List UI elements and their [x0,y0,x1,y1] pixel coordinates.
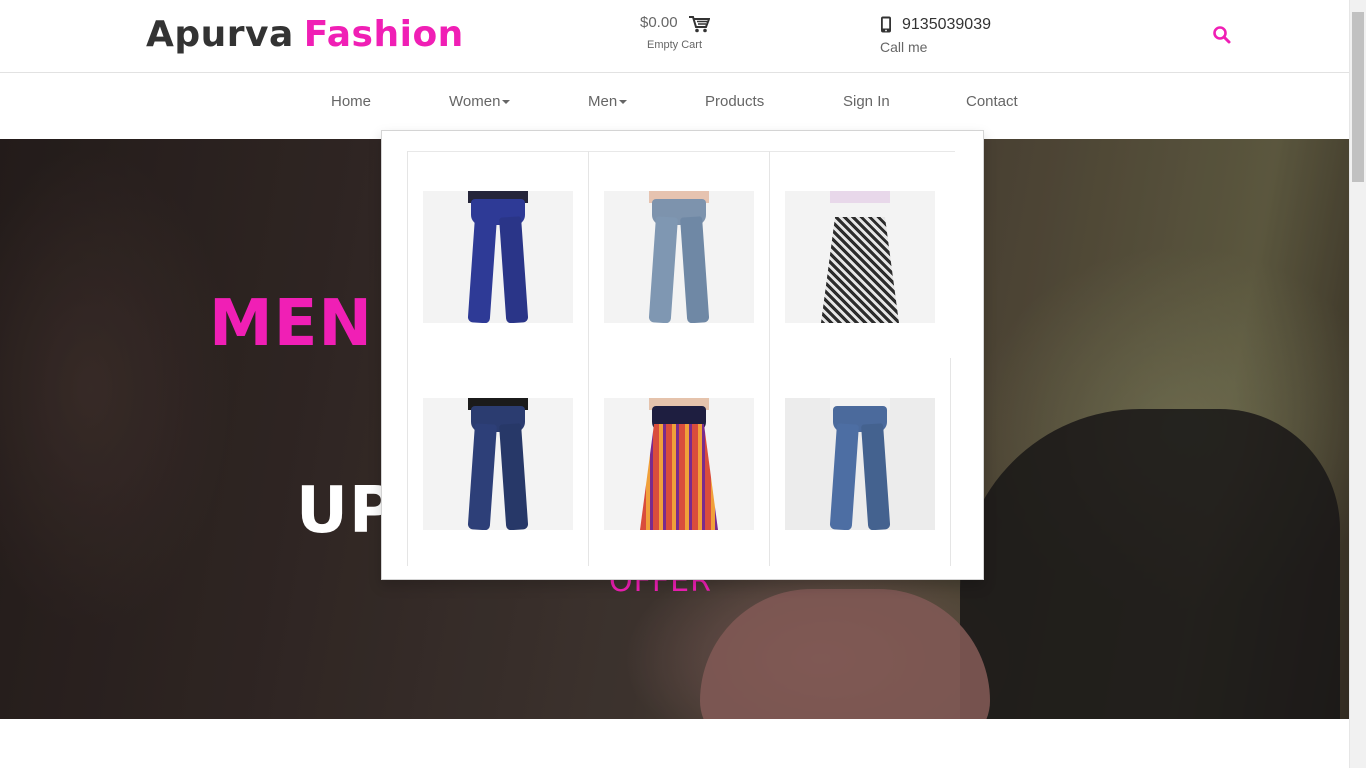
product-thumb-blue-skinny-jeans[interactable] [423,191,573,323]
nav-women-label: Women [449,93,501,110]
cart-status: Empty Cart [647,39,703,51]
nav-men[interactable]: Men [588,93,628,110]
nav-contact[interactable]: Contact [966,93,1018,110]
site-header: Apurva Fashion $0.00 Empty Cart 913503903… [0,0,1349,73]
chevron-down-icon [502,100,511,105]
nav-men-label: Men [588,93,618,110]
call-me-label: Call me [880,39,928,55]
divider [588,151,589,566]
women-dropdown-menu [381,130,984,580]
product-thumb-mid-wash-jeans[interactable] [785,398,935,530]
product-thumb-printed-skirt[interactable] [604,398,754,530]
divider [769,151,770,566]
search-icon[interactable] [1211,24,1233,46]
phone-number: 9135039039 [902,16,991,33]
nav-home[interactable]: Home [331,93,371,110]
nav-products[interactable]: Products [705,93,764,110]
page-scrollbar[interactable] [1349,0,1366,768]
product-thumb-high-waist-jeans[interactable] [423,398,573,530]
scrollbar-thumb[interactable] [1352,12,1364,182]
nav-sign-in[interactable]: Sign In [843,93,890,110]
divider [407,151,955,152]
divider [950,358,951,566]
nav-women[interactable]: Women [449,93,511,110]
cart-icon [689,16,710,33]
product-thumb-light-wash-jeans[interactable] [604,191,754,323]
product-thumb-printed-palazzo[interactable] [785,191,935,323]
chevron-down-icon [619,100,628,105]
brand-name-part1: Apurva [146,14,294,55]
divider [407,151,408,566]
mobile-phone-icon [881,16,891,33]
cart-widget[interactable]: $0.00 Empty Cart [640,13,720,57]
hero-title: MEN [209,287,373,361]
brand-name-part2: Fashion [303,14,464,55]
cart-total: $0.00 [640,14,678,31]
brand-logo[interactable]: Apurva Fashion [146,14,464,55]
